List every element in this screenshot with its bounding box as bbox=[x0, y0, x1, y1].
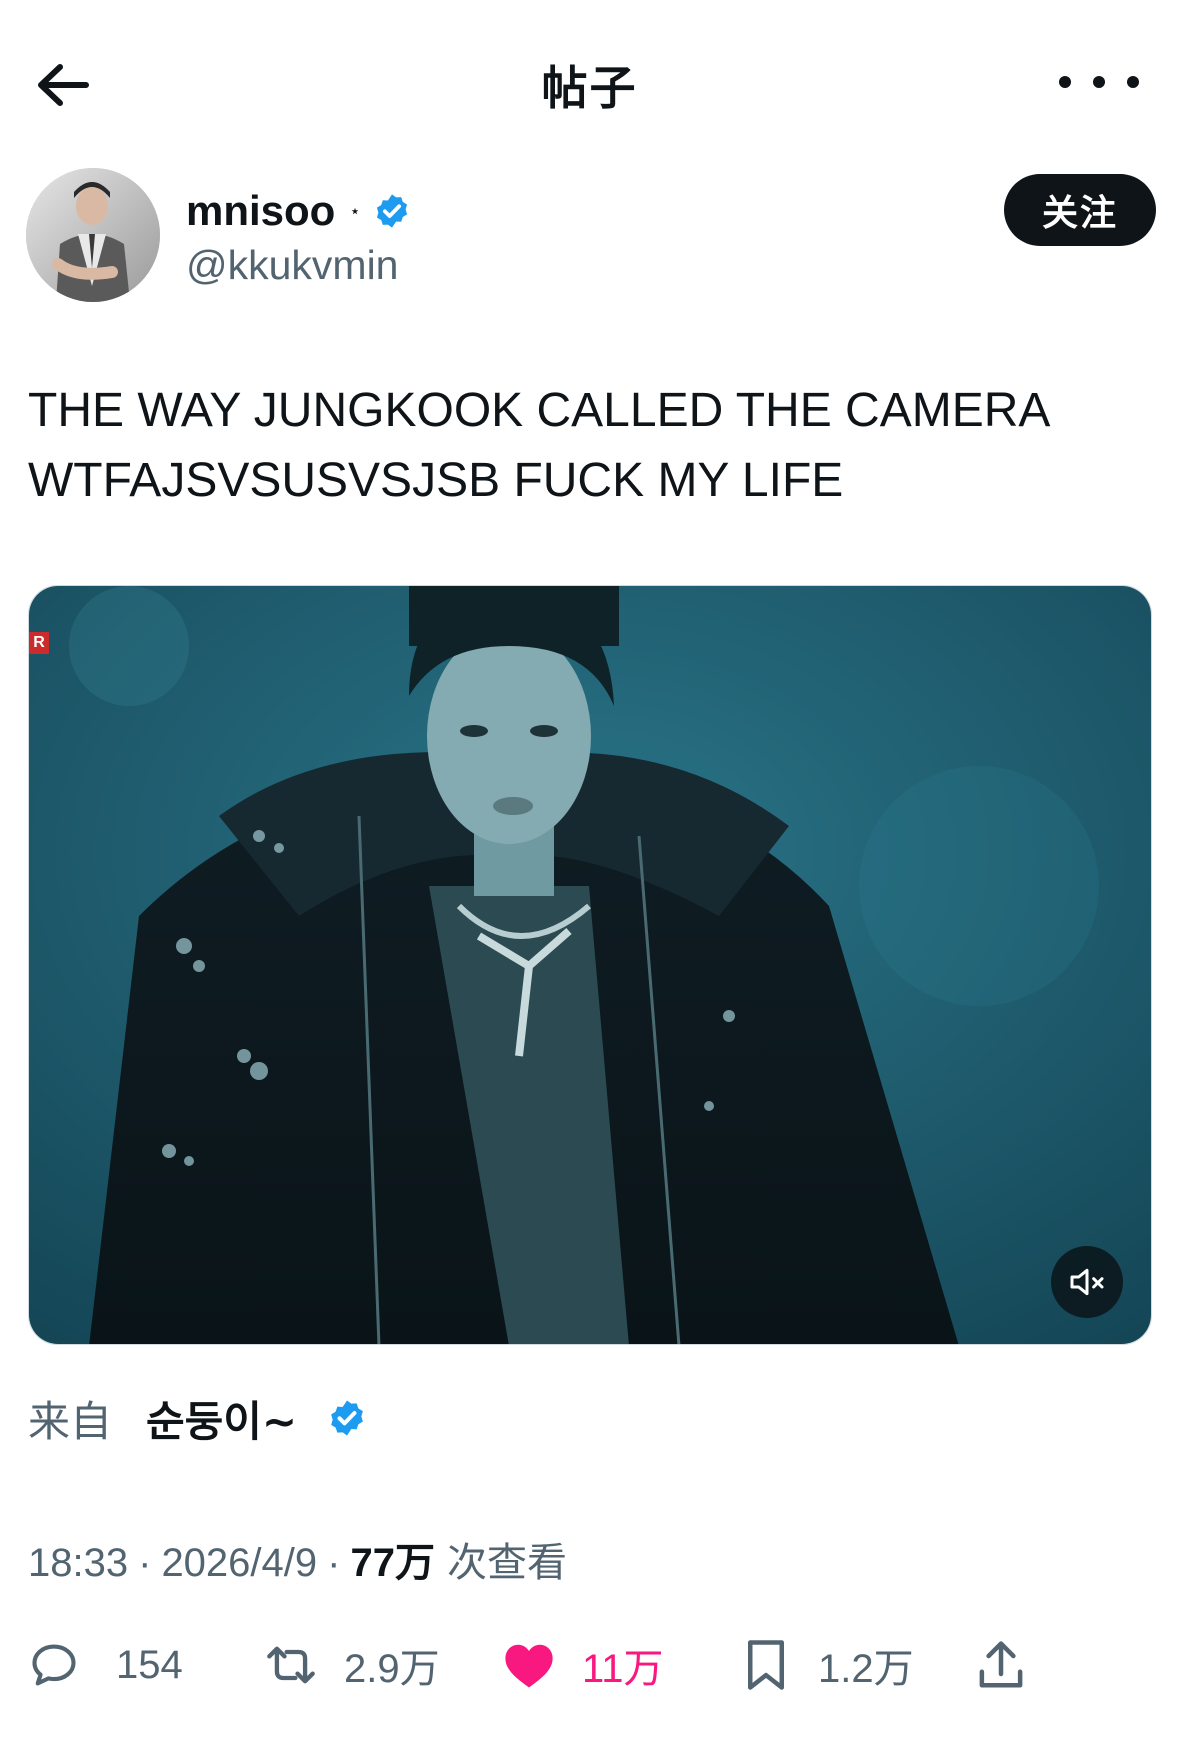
bookmark-icon bbox=[748, 1640, 784, 1690]
video-source: 来自 순둥이~ bbox=[28, 1388, 367, 1448]
tweet-text-line: WTFAJSVSUSVSJSB FUCK MY LIFE bbox=[28, 454, 844, 507]
mute-toggle-button[interactable] bbox=[1051, 1246, 1123, 1318]
source-prefix: 来自 bbox=[28, 1396, 113, 1446]
reply-count: 154 bbox=[116, 1642, 183, 1687]
reply-icon bbox=[32, 1644, 76, 1686]
tweet-text-line: THE WAY JUNGKOOK CALLED THE CAMERA bbox=[28, 384, 1051, 437]
repost-count: 2.9万 bbox=[344, 1647, 440, 1691]
share-icon bbox=[979, 1641, 1023, 1688]
page-title: 帖子 bbox=[541, 61, 638, 115]
repost-button[interactable]: 2.9万 bbox=[262, 1630, 440, 1700]
user-handle[interactable]: @kkukvmin bbox=[186, 242, 399, 289]
action-bar: 154 2.9万 11万 1.2万 bbox=[0, 1630, 1179, 1700]
reply-button[interactable]: 154 bbox=[28, 1630, 183, 1700]
source-verified bbox=[327, 1398, 367, 1438]
avatar-image bbox=[26, 168, 160, 302]
like-icon bbox=[505, 1644, 553, 1688]
author-row: mnisoo ⋆ @kkukvmin 关注 bbox=[26, 168, 1156, 308]
tweet-video[interactable]: R bbox=[28, 585, 1152, 1345]
view-count[interactable]: 77万 bbox=[350, 1530, 435, 1588]
more-dot bbox=[1093, 76, 1105, 88]
source-account-name[interactable]: 순둥이~ bbox=[146, 1388, 297, 1449]
repost-icon bbox=[267, 1646, 315, 1684]
bookmark-button[interactable]: 1.2万 bbox=[744, 1630, 914, 1700]
avatar[interactable] bbox=[26, 168, 160, 302]
meta-separator: · bbox=[138, 1541, 152, 1585]
like-count: 11万 bbox=[582, 1647, 664, 1691]
post-time: 18:33 bbox=[28, 1541, 129, 1585]
name-star-mark: ⋆ bbox=[349, 200, 361, 221]
follow-button[interactable]: 关注 bbox=[1004, 174, 1156, 246]
name-row: mnisoo ⋆ bbox=[186, 186, 411, 236]
top-bar: 帖子 bbox=[0, 0, 1179, 160]
more-dot bbox=[1127, 76, 1139, 88]
display-name[interactable]: mnisoo bbox=[186, 187, 335, 235]
more-horizontal-icon bbox=[1059, 76, 1071, 88]
tweet-text: THE WAY JUNGKOOK CALLED THE CAMERA WTFAJ… bbox=[28, 376, 1148, 516]
verified-badge-icon bbox=[331, 1400, 363, 1436]
bookmark-count: 1.2万 bbox=[818, 1647, 914, 1691]
tweet-meta: 18:33 · 2026/4/9 · 77万 次查看 bbox=[28, 1530, 567, 1588]
rec-indicator: R bbox=[29, 632, 49, 654]
like-button[interactable]: 11万 bbox=[502, 1630, 664, 1700]
more-options-button[interactable] bbox=[1059, 62, 1139, 102]
verified-badge-icon bbox=[376, 194, 407, 228]
meta-separator: · bbox=[327, 1541, 341, 1585]
post-date: 2026/4/9 bbox=[161, 1541, 318, 1585]
view-count-label: 次查看 bbox=[446, 1540, 567, 1586]
speaker-muted-icon bbox=[1070, 1268, 1104, 1296]
share-button[interactable] bbox=[976, 1630, 1026, 1700]
video-frame bbox=[29, 586, 1151, 1344]
